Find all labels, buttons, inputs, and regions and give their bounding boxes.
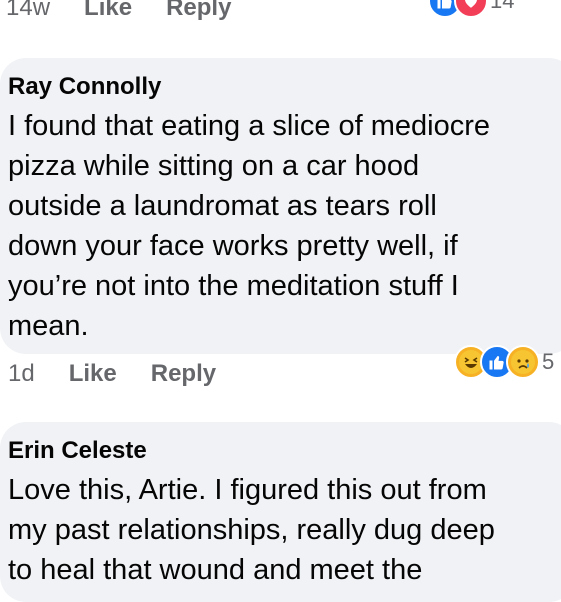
- comment-line: my past relationships, really dug deep: [8, 514, 495, 546]
- comment-line: to heal that wound and meet the: [8, 554, 423, 586]
- comment-line: you’re not into the meditation stuff I: [8, 270, 459, 302]
- comment-line: I found that eating a slice of mediocre: [8, 110, 491, 142]
- comment-line: down your face works pretty well, if: [8, 230, 458, 262]
- reply-button[interactable]: Reply: [151, 360, 216, 388]
- reply-button[interactable]: Reply: [166, 0, 231, 22]
- comment-author[interactable]: Ray Connolly: [8, 72, 561, 102]
- reaction-count: 5: [542, 349, 555, 374]
- comment-timestamp: 1d: [8, 360, 35, 387]
- heart-icon: [454, 0, 488, 18]
- comment-line: pizza while sitting on a car hood: [8, 150, 420, 182]
- comment-bubble: Ray Connolly I found that eating a slice…: [0, 58, 561, 354]
- comment-text: I found that eating a slice of mediocre …: [8, 106, 561, 346]
- like-button[interactable]: Like: [84, 0, 132, 22]
- reaction-summary[interactable]: 5: [454, 345, 555, 379]
- reaction-count: 14: [490, 0, 515, 13]
- comment-bubble: Erin Celeste Love this, Artie. I figured…: [0, 422, 561, 602]
- comment-line: Love this, Artie. I figured this out fro…: [8, 474, 487, 506]
- comment-line: outside a laundromat as tears roll: [8, 190, 437, 222]
- comment-timestamp: 14w: [6, 0, 51, 21]
- comment-author[interactable]: Erin Celeste: [8, 436, 561, 466]
- like-button[interactable]: Like: [69, 360, 117, 388]
- reaction-summary[interactable]: 14: [428, 0, 515, 18]
- comment-actions: 1d Like Reply: [8, 354, 250, 394]
- comment-text: Love this, Artie. I figured this out fro…: [8, 470, 561, 590]
- sad-icon: [506, 345, 540, 379]
- comment-line: mean.: [8, 310, 89, 342]
- comment-actions: 14w Like Reply: [6, 0, 265, 28]
